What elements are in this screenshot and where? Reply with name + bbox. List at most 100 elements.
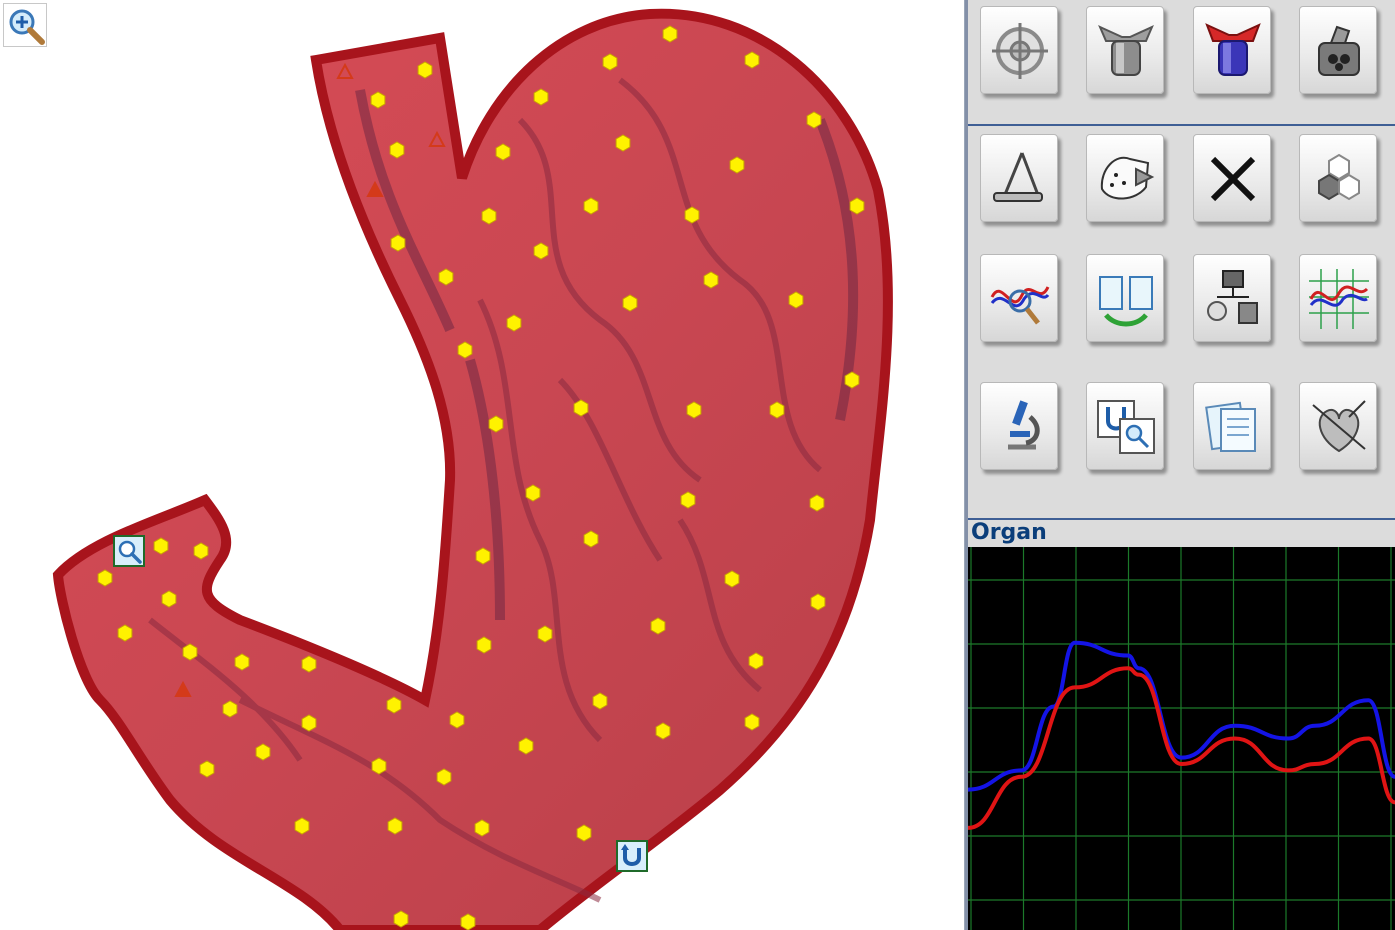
microscope-icon xyxy=(1008,400,1040,450)
acupoint-marker[interactable] xyxy=(449,711,465,729)
acupoint-marker[interactable] xyxy=(495,143,511,161)
acupoint-marker[interactable] xyxy=(387,817,403,835)
red-blue-funnel-button[interactable] xyxy=(1193,6,1271,94)
acupoint-marker[interactable] xyxy=(615,134,631,152)
acupoint-marker[interactable] xyxy=(662,25,678,43)
acupoint-marker[interactable] xyxy=(518,737,534,755)
acupoint-marker[interactable] xyxy=(506,314,522,332)
acupoint-marker[interactable] xyxy=(680,491,696,509)
hexagons-button[interactable] xyxy=(1299,134,1377,222)
acupoint-marker[interactable] xyxy=(809,494,825,512)
red-blue-funnel-icon xyxy=(1205,23,1261,76)
acupoint-marker[interactable] xyxy=(386,696,402,714)
acupoint-marker[interactable] xyxy=(573,399,589,417)
graph-lines-icon xyxy=(1309,269,1369,329)
acupoint-marker[interactable] xyxy=(222,700,238,718)
acupoint-marker[interactable] xyxy=(769,401,785,419)
acupoint-marker[interactable] xyxy=(393,910,409,928)
acupoint-marker[interactable] xyxy=(436,768,452,786)
compare-documents-button[interactable] xyxy=(1086,254,1164,342)
acupoint-marker[interactable] xyxy=(806,111,822,129)
acupoint-marker[interactable] xyxy=(117,624,133,642)
organ-diagram-icon xyxy=(1207,270,1258,324)
acupoint-marker[interactable] xyxy=(301,714,317,732)
notes-button[interactable] xyxy=(1193,382,1271,470)
wave-magnifier-button[interactable] xyxy=(980,254,1058,342)
acupoint-marker[interactable] xyxy=(182,643,198,661)
acupoint-marker[interactable] xyxy=(844,371,860,389)
acupoint-marker[interactable] xyxy=(301,655,317,673)
acupoint-marker[interactable] xyxy=(686,401,702,419)
acupoint-marker[interactable] xyxy=(533,242,549,260)
acupoint-marker[interactable] xyxy=(371,757,387,775)
acupoint-marker[interactable] xyxy=(849,197,865,215)
organ-diagram-button[interactable] xyxy=(1193,254,1271,342)
acupoint-marker[interactable] xyxy=(476,636,492,654)
acupoint-marker[interactable] xyxy=(389,141,405,159)
acupoint-marker[interactable] xyxy=(438,268,454,286)
organ-chart-svg xyxy=(968,547,1395,930)
acupoint-marker[interactable] xyxy=(537,625,553,643)
magnifier-icon xyxy=(118,540,142,564)
acupoint-marker[interactable] xyxy=(460,913,476,930)
stomach-image xyxy=(52,8,893,930)
acupoint-marker[interactable] xyxy=(533,88,549,106)
machine-button[interactable] xyxy=(1299,6,1377,94)
curve-marker-button[interactable] xyxy=(616,840,648,872)
target-button[interactable] xyxy=(980,6,1058,94)
acupoint-marker[interactable] xyxy=(703,271,719,289)
acupoint-marker[interactable] xyxy=(370,91,386,109)
acupoint-marker[interactable] xyxy=(650,617,666,635)
acupoint-marker[interactable] xyxy=(724,570,740,588)
side-panel: Organ xyxy=(965,0,1395,930)
acupoint-marker[interactable] xyxy=(744,51,760,69)
microscope-button[interactable] xyxy=(980,382,1058,470)
acupoint-marker[interactable] xyxy=(475,547,491,565)
acupoint-marker[interactable] xyxy=(744,713,760,731)
acupoint-marker[interactable] xyxy=(655,722,671,740)
organ-panel-header: Organ xyxy=(968,518,1395,547)
acupoint-marker[interactable] xyxy=(788,291,804,309)
heart-button[interactable] xyxy=(1299,382,1377,470)
acupoint-marker[interactable] xyxy=(294,817,310,835)
compass-button[interactable] xyxy=(980,134,1058,222)
notes-icon xyxy=(1205,401,1256,452)
u-curve-icon xyxy=(621,844,641,866)
map-pointer-button[interactable] xyxy=(1086,134,1164,222)
toolbar-group-2 xyxy=(968,126,1395,518)
acupoint-marker[interactable] xyxy=(583,197,599,215)
acupoint-marker[interactable] xyxy=(748,652,764,670)
acupoint-marker[interactable] xyxy=(622,294,638,312)
machine-icon xyxy=(1318,25,1360,76)
zoom-in-button[interactable] xyxy=(3,3,47,47)
acupoint-marker[interactable] xyxy=(97,569,113,587)
acupoint-marker[interactable] xyxy=(193,542,209,560)
search-marker-button[interactable] xyxy=(113,535,145,567)
acupoint-marker[interactable] xyxy=(161,590,177,608)
acupoint-marker[interactable] xyxy=(592,692,608,710)
graph-lines-button[interactable] xyxy=(1299,254,1377,342)
hexagons-icon xyxy=(1318,153,1360,201)
acupoint-marker[interactable] xyxy=(583,530,599,548)
acupoint-marker[interactable] xyxy=(417,61,433,79)
acupoint-marker[interactable] xyxy=(729,156,745,174)
acupoint-marker[interactable] xyxy=(525,484,541,502)
acupoint-marker[interactable] xyxy=(199,760,215,778)
acupoint-marker[interactable] xyxy=(255,743,271,761)
acupoint-marker[interactable] xyxy=(474,819,490,837)
acupoint-marker[interactable] xyxy=(457,341,473,359)
organ-viewer[interactable] xyxy=(0,0,965,930)
gray-funnel-button[interactable] xyxy=(1086,6,1164,94)
acupoint-marker[interactable] xyxy=(684,206,700,224)
close-button[interactable] xyxy=(1193,134,1271,222)
organ-title: Organ xyxy=(971,520,1047,545)
acupoint-marker[interactable] xyxy=(153,537,169,555)
acupoint-marker[interactable] xyxy=(481,207,497,225)
acupoint-marker[interactable] xyxy=(390,234,406,252)
acupoint-marker[interactable] xyxy=(576,824,592,842)
acupoint-marker[interactable] xyxy=(234,653,250,671)
acupoint-marker[interactable] xyxy=(602,53,618,71)
acupoint-marker[interactable] xyxy=(810,593,826,611)
acupoint-marker[interactable] xyxy=(488,415,504,433)
search-window-button[interactable] xyxy=(1086,382,1164,470)
